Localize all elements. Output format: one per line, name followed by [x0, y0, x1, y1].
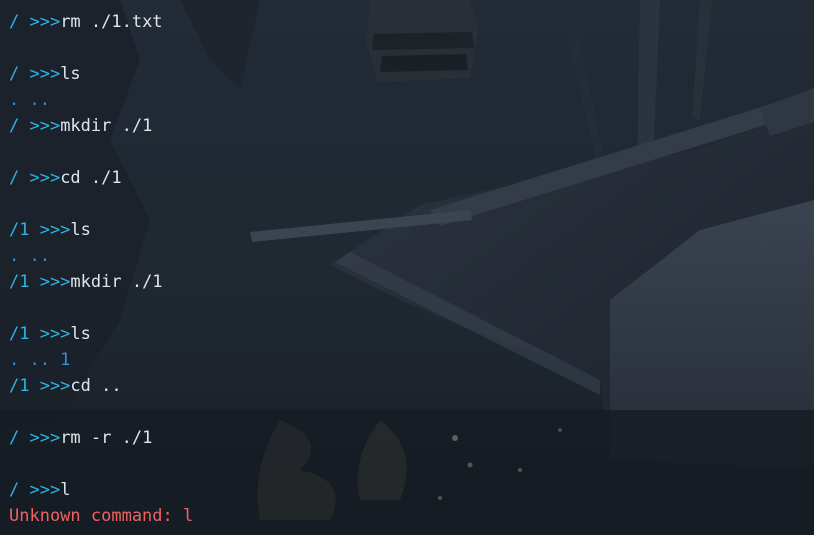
terminal-line: / >>>rm ./1.txt [9, 9, 809, 35]
prompt: /1 >>> [9, 376, 71, 396]
terminal-output: / >>>rm ./1.txt / >>>ls . .. / >>>mkdir … [9, 9, 809, 529]
terminal-line: /1 >>>mkdir ./1 [9, 269, 809, 295]
prompt: / >>> [9, 64, 61, 84]
command-text: cd .. [70, 376, 122, 396]
terminal-line: . .. [9, 243, 809, 269]
command-text: mkdir ./1 [70, 272, 163, 292]
error-message: Unknown command: l [9, 506, 194, 526]
terminal-line: / >>>l [9, 477, 809, 503]
command-output: . .. [9, 90, 50, 110]
terminal-line: / >>>cd ./1 [9, 165, 809, 191]
command-output: . .. [9, 246, 50, 266]
prompt: / >>> [9, 428, 61, 448]
terminal-line: / >>>ls [9, 61, 809, 87]
command-text: mkdir ./1 [60, 116, 153, 136]
command-output: . .. 1 [9, 350, 71, 370]
prompt: / >>> [9, 116, 61, 136]
terminal-line: Unknown command: l [9, 503, 809, 529]
terminal-line: / >>>rm -r ./1 [9, 425, 809, 451]
prompt: /1 >>> [9, 324, 71, 344]
command-text: cd ./1 [60, 168, 122, 188]
prompt: / >>> [9, 168, 61, 188]
command-input[interactable]: l [60, 480, 70, 500]
prompt: / >>> [9, 12, 61, 32]
terminal-line: /1 >>>ls [9, 217, 809, 243]
terminal-line: . .. 1 [9, 347, 809, 373]
terminal-line: /1 >>>ls [9, 321, 809, 347]
prompt: /1 >>> [9, 220, 71, 240]
terminal-line: . .. [9, 87, 809, 113]
command-text: rm ./1.txt [60, 12, 163, 32]
command-text: rm -r ./1 [60, 428, 153, 448]
command-text: ls [60, 64, 81, 84]
command-text: ls [70, 324, 91, 344]
terminal-line: / >>>mkdir ./1 [9, 113, 809, 139]
prompt: /1 >>> [9, 272, 71, 292]
terminal-line: /1 >>>cd .. [9, 373, 809, 399]
prompt: / >>> [9, 480, 61, 500]
command-text: ls [70, 220, 91, 240]
